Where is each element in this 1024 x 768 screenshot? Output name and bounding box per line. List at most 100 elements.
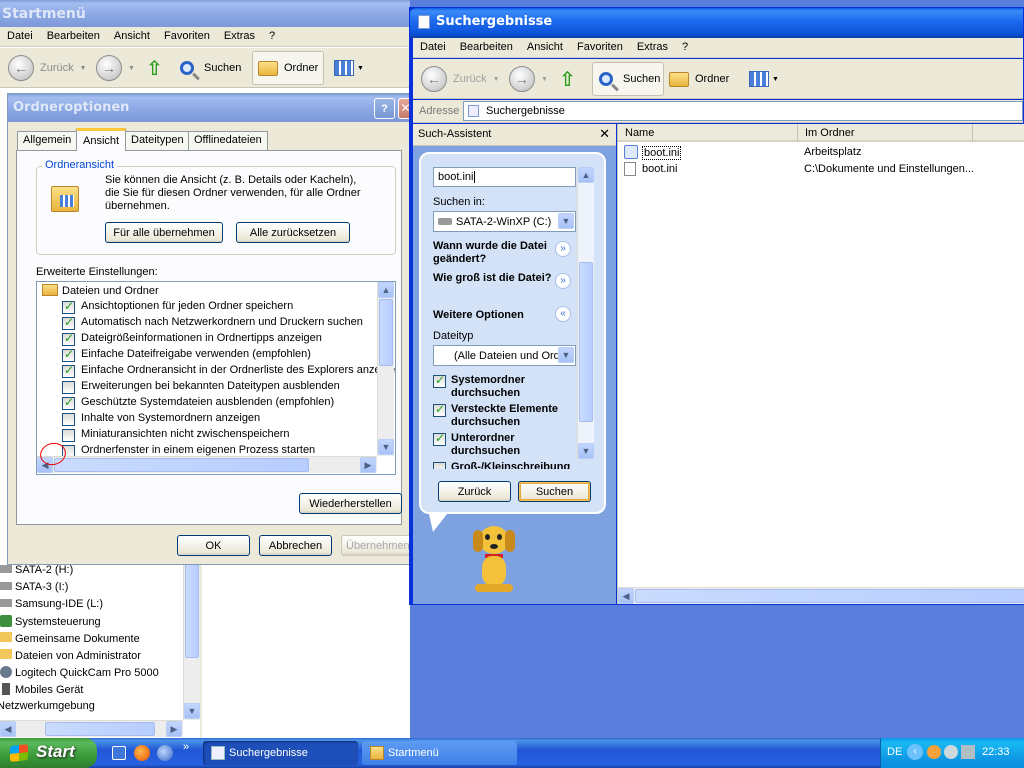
back-button[interactable]: ← Zurück ▼ <box>421 62 500 96</box>
menu-datei[interactable]: Datei <box>0 27 40 45</box>
setting-checkbox[interactable] <box>62 315 75 330</box>
tree-item[interactable]: Gemeinsame Dokumente <box>0 632 140 645</box>
scrollbar-thumb[interactable] <box>54 458 309 472</box>
ok-button[interactable]: OK <box>177 535 250 556</box>
menu-datei[interactable]: Datei <box>413 38 453 56</box>
assistant-back-button[interactable]: Zurück <box>438 481 511 502</box>
results-horizontal-scrollbar[interactable]: ◀ <box>618 587 1024 604</box>
up-folder-button[interactable]: ⇧ <box>559 62 576 96</box>
forward-button[interactable]: → ▼ <box>96 51 135 85</box>
scrollbar-thumb[interactable] <box>579 262 593 422</box>
tray-webcam-icon[interactable] <box>944 745 958 759</box>
scrollbar-thumb[interactable] <box>635 589 1024 603</box>
dropdown-arrow-icon[interactable]: ▼ <box>558 213 574 229</box>
setting-checkbox[interactable] <box>62 363 75 378</box>
views-button[interactable]: ▼ <box>334 51 364 85</box>
setting-row[interactable]: Erweiterungen bei bekannten Dateitypen a… <box>62 380 340 394</box>
tree-item[interactable]: Dateien von Administrator <box>0 649 141 662</box>
filename-input[interactable]: boot.ini <box>433 167 576 187</box>
search-option-row[interactable]: Versteckte Elemente durchsuchen <box>433 403 573 431</box>
setting-row[interactable]: Ordnerfenster in einem eigenen Prozess s… <box>62 444 315 458</box>
setting-checkbox[interactable] <box>62 331 75 346</box>
setting-checkbox[interactable] <box>62 429 75 442</box>
setting-checkbox[interactable] <box>62 395 75 410</box>
table-row[interactable]: boot.ini Arbeitsplatz <box>622 145 1022 161</box>
language-indicator[interactable]: DE <box>887 746 902 758</box>
back-button[interactable]: ← Zurück ▼ <box>8 51 87 85</box>
menu-bearbeiten[interactable]: Bearbeiten <box>453 38 520 56</box>
setting-row[interactable]: Inhalte von Systemordnern anzeigen <box>62 412 260 426</box>
close-icon[interactable]: ✕ <box>599 126 610 142</box>
setting-row[interactable]: Einfache Dateifreigabe verwenden (empfoh… <box>62 347 311 362</box>
setting-row[interactable]: Einfache Ordneransicht in der Ordnerlist… <box>62 363 395 378</box>
scroll-right-arrow-icon[interactable]: ▶ <box>360 457 376 473</box>
setting-row[interactable]: Miniaturansichten nicht zwischenspeicher… <box>62 428 290 442</box>
address-field[interactable]: Suchergebnisse <box>463 101 1023 121</box>
tray-collapse-icon[interactable]: ‹ <box>907 744 923 760</box>
scroll-left-arrow-icon[interactable]: ◀ <box>618 588 634 604</box>
scroll-up-arrow-icon[interactable]: ▲ <box>578 167 594 183</box>
search-option-row[interactable]: Unterordner durchsuchen <box>433 432 573 460</box>
tree-item[interactable]: Netzwerkumgebung <box>0 700 95 712</box>
setting-row[interactable]: Dateigrößeinformationen in Ordnertipps a… <box>62 331 322 346</box>
search-option-checkbox[interactable] <box>433 462 446 469</box>
folder-node[interactable]: Dateien und Ordner <box>42 284 159 297</box>
tab-allgemein[interactable]: Allgemein <box>17 131 78 150</box>
tab-offlinedateien[interactable]: Offlinedateien <box>188 131 268 150</box>
when-modified-section[interactable]: Wann wurde die Datei geändert? <box>433 240 563 266</box>
apply-button[interactable]: Übernehmen <box>341 535 409 556</box>
tree-item[interactable]: Logitech QuickCam Pro 5000 <box>0 666 159 679</box>
quicklaunch-explorer-icon[interactable] <box>112 746 126 760</box>
search-button[interactable]: Suchen <box>180 51 241 85</box>
setting-row[interactable]: Geschützte Systemdateien ausblenden (emp… <box>62 395 334 410</box>
column-header-name[interactable]: Name <box>618 124 798 142</box>
setting-row[interactable]: Ansichtoptionen für jeden Ordner speiche… <box>62 299 293 314</box>
folders-button[interactable]: Ordner <box>252 51 324 85</box>
scrollbar-thumb[interactable] <box>379 299 393 366</box>
search-option-checkbox[interactable] <box>433 403 446 417</box>
menu-extras[interactable]: Extras <box>217 27 262 45</box>
clock[interactable]: 22:33 <box>982 746 1010 758</box>
setting-checkbox[interactable] <box>62 381 75 394</box>
scroll-right-arrow-icon[interactable]: ▶ <box>166 721 182 737</box>
quicklaunch-firefox-icon[interactable] <box>134 745 150 761</box>
settings-horizontal-scrollbar[interactable]: ◀ ▶ <box>37 456 377 473</box>
task-search-results[interactable]: Suchergebnisse <box>203 741 358 765</box>
scrollbar-thumb[interactable] <box>185 560 199 658</box>
tree-horizontal-scrollbar[interactable]: ◀ ▶ <box>0 720 183 737</box>
menu-bearbeiten[interactable]: Bearbeiten <box>40 27 107 45</box>
search-button[interactable]: Suchen <box>592 62 664 96</box>
reset-all-folders-button[interactable]: Alle zurücksetzen <box>236 222 350 243</box>
filetype-select[interactable]: (Alle Dateien und Ord ▼ <box>433 345 576 366</box>
search-option-checkbox[interactable] <box>433 432 446 446</box>
background-window-title[interactable]: Startmenü <box>0 0 410 28</box>
setting-checkbox[interactable] <box>62 413 75 426</box>
collapse-chevron-icon[interactable]: « <box>555 306 571 322</box>
search-option-checkbox[interactable] <box>433 374 446 388</box>
file-size-section[interactable]: Wie groß ist die Datei? <box>433 272 563 285</box>
scroll-down-arrow-icon[interactable]: ▼ <box>578 443 594 459</box>
search-in-select[interactable]: SATA-2-WinXP (C:) ▼ <box>433 211 576 232</box>
scroll-up-arrow-icon[interactable]: ▲ <box>378 282 394 298</box>
search-window-title-bar[interactable]: Suchergebnisse <box>410 8 1023 38</box>
table-row[interactable]: boot.ini C:\Dokumente und Einstellungen.… <box>622 162 1022 178</box>
search-option-row[interactable]: Systemordner durchsuchen <box>433 374 573 402</box>
tree-item[interactable]: SATA-2 (H:) <box>0 564 73 576</box>
menu-favoriten[interactable]: Favoriten <box>570 38 630 56</box>
menu-ansicht[interactable]: Ansicht <box>107 27 157 45</box>
scroll-down-arrow-icon[interactable]: ▼ <box>378 439 394 455</box>
tree-item[interactable]: Samsung-IDE (L:) <box>0 598 103 610</box>
dialog-title-bar[interactable]: Ordneroptionen <box>8 94 409 122</box>
tree-item[interactable]: Systemsteuerung <box>0 615 101 628</box>
settings-vertical-scrollbar[interactable]: ▲ ▼ <box>377 282 394 456</box>
task-startmenue[interactable]: Startmenü <box>362 741 517 765</box>
expand-chevron-icon[interactable]: » <box>555 273 571 289</box>
tree-item[interactable]: Mobiles Gerät <box>0 683 83 696</box>
dropdown-arrow-icon[interactable]: ▼ <box>558 347 574 363</box>
scroll-left-arrow-icon[interactable]: ◀ <box>0 721 16 737</box>
scroll-down-arrow-icon[interactable]: ▼ <box>184 703 200 719</box>
assistant-search-button[interactable]: Suchen <box>518 481 591 502</box>
cancel-button[interactable]: Abbrechen <box>259 535 332 556</box>
column-header-folder[interactable]: Im Ordner <box>798 124 973 142</box>
menu-ansicht[interactable]: Ansicht <box>520 38 570 56</box>
